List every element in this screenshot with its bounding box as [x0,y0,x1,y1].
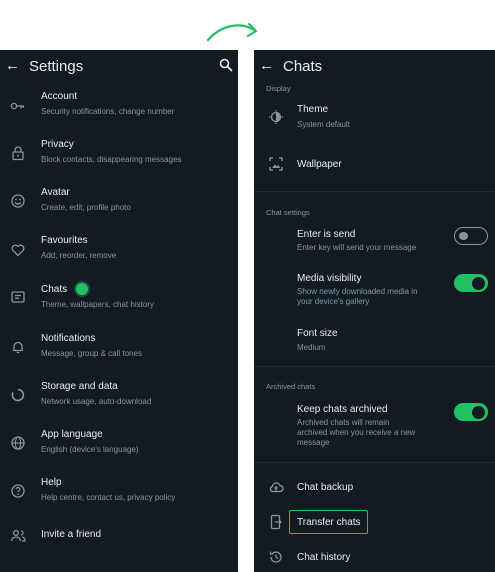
history-icon [269,551,282,563]
globe-icon [11,436,25,450]
item-label: Favourites [41,235,88,246]
settings-screen: ← Settings Account Security notification… [0,50,238,572]
lock-icon [12,146,24,161]
settings-item-language[interactable]: App language English (device's language) [0,425,238,465]
settings-item-avatar[interactable]: Avatar Create, edit, profile photo [0,184,238,224]
search-icon[interactable] [219,58,233,72]
settings-header: ← Settings [0,50,238,84]
wallpaper-icon [269,157,283,171]
item-label: Help [41,477,62,488]
chats-item-font-size[interactable]: Font size Medium [254,325,495,359]
item-label: Wallpaper [297,159,342,170]
item-sublabel: Add, reorder, remove [41,251,117,260]
chats-item-keep-archived[interactable]: Keep chats archived Archived chats will … [254,400,495,454]
settings-item-account[interactable]: Account Security notifications, change n… [0,88,238,128]
item-sublabel: Show newly downloaded media in [297,287,418,296]
highlight-box [289,510,368,534]
item-sublabel: System default [297,120,350,129]
back-arrow-icon[interactable]: ← [5,57,20,74]
theme-icon [269,110,283,124]
settings-item-help[interactable]: Help Help centre, contact us, privacy po… [0,473,238,513]
people-icon [10,529,26,542]
item-label: Notifications [41,333,96,344]
item-label: Chats [41,284,68,295]
section-divider [254,191,495,192]
item-sublabel: Security notifications, change number [41,107,175,116]
section-divider [254,462,495,463]
chats-screen: ← Chats Display Theme System default Wal… [254,50,495,572]
item-sublabel: message [297,438,330,447]
item-label: Font size [297,328,338,339]
item-label: Chat history [297,552,351,563]
media-visibility-toggle[interactable] [454,274,488,292]
toggle-knob [459,231,468,240]
item-label: Keep chats archived [297,404,388,415]
item-sublabel: Network usage, auto-download [41,397,152,406]
page-title: Settings [29,58,84,75]
phone-transfer-icon [270,514,282,530]
item-label: Chat backup [297,482,354,493]
key-icon [10,102,24,110]
chats-item-history[interactable]: Chat history [254,546,495,570]
item-label: Storage and data [41,381,118,392]
item-sublabel: your device's gallery [297,297,370,306]
item-sublabel: Theme, wallpapers, chat history [41,300,154,309]
keep-archived-toggle[interactable] [454,403,488,421]
chats-item-media-visibility[interactable]: Media visibility Show newly downloaded m… [254,270,495,312]
cloud-upload-icon [269,482,284,493]
chats-item-backup[interactable]: Chat backup [254,474,495,502]
chats-item-theme[interactable]: Theme System default [254,100,495,134]
chat-icon [11,291,25,303]
section-header-archived: Archived chats [266,382,316,391]
storage-icon [11,388,25,402]
item-label: Privacy [41,139,74,150]
item-label: Invite a friend [41,529,102,540]
heart-icon [11,244,25,257]
item-label: Media visibility [297,273,362,284]
item-label: Theme [297,104,329,115]
page-title: Chats [283,58,323,75]
chats-item-enter-is-send[interactable]: Enter is send Enter key will send your m… [254,225,495,259]
back-arrow-icon[interactable]: ← [259,57,274,74]
item-sublabel: Create, edit, profile photo [41,203,131,212]
item-label: App language [41,429,103,440]
item-sublabel: Help centre, contact us, privacy policy [41,493,176,502]
chats-item-wallpaper[interactable]: Wallpaper [254,150,495,178]
item-sublabel: Archived chats will remain [297,418,390,427]
section-divider [254,366,495,367]
settings-item-notifications[interactable]: Notifications Message, group & call tone… [0,329,238,369]
settings-item-invite[interactable]: Invite a friend [0,522,238,550]
settings-item-privacy[interactable]: Privacy Block contacts, disappearing mes… [0,136,238,176]
section-header-chat-settings: Chat settings [266,208,310,217]
item-sublabel: Block contacts, disappearing messages [41,155,182,164]
chats-header: ← Chats [254,50,495,84]
tap-indicator-dot [76,283,88,295]
help-icon [11,484,25,498]
section-header-display: Display [266,84,291,93]
item-sublabel: Enter key will send your message [297,243,417,252]
bell-icon [13,341,23,354]
item-sublabel: English (device's language) [41,445,139,454]
item-label: Account [41,91,78,102]
settings-item-storage[interactable]: Storage and data Network usage, auto-dow… [0,377,238,417]
item-sublabel: Message, group & call tones [41,349,142,358]
item-sublabel: Medium [297,343,326,352]
settings-item-favourites[interactable]: Favourites Add, reorder, remove [0,232,238,272]
item-label: Enter is send [297,229,356,240]
item-sublabel: archived when you receive a new [297,428,416,437]
enter-is-send-toggle[interactable] [454,227,488,245]
toggle-knob [472,276,485,290]
avatar-icon [11,194,25,208]
curved-arrow-icon [206,22,258,42]
toggle-knob [472,405,485,419]
settings-item-chats[interactable]: Chats Theme, wallpapers, chat history [0,280,238,320]
item-label: Avatar [41,187,70,198]
